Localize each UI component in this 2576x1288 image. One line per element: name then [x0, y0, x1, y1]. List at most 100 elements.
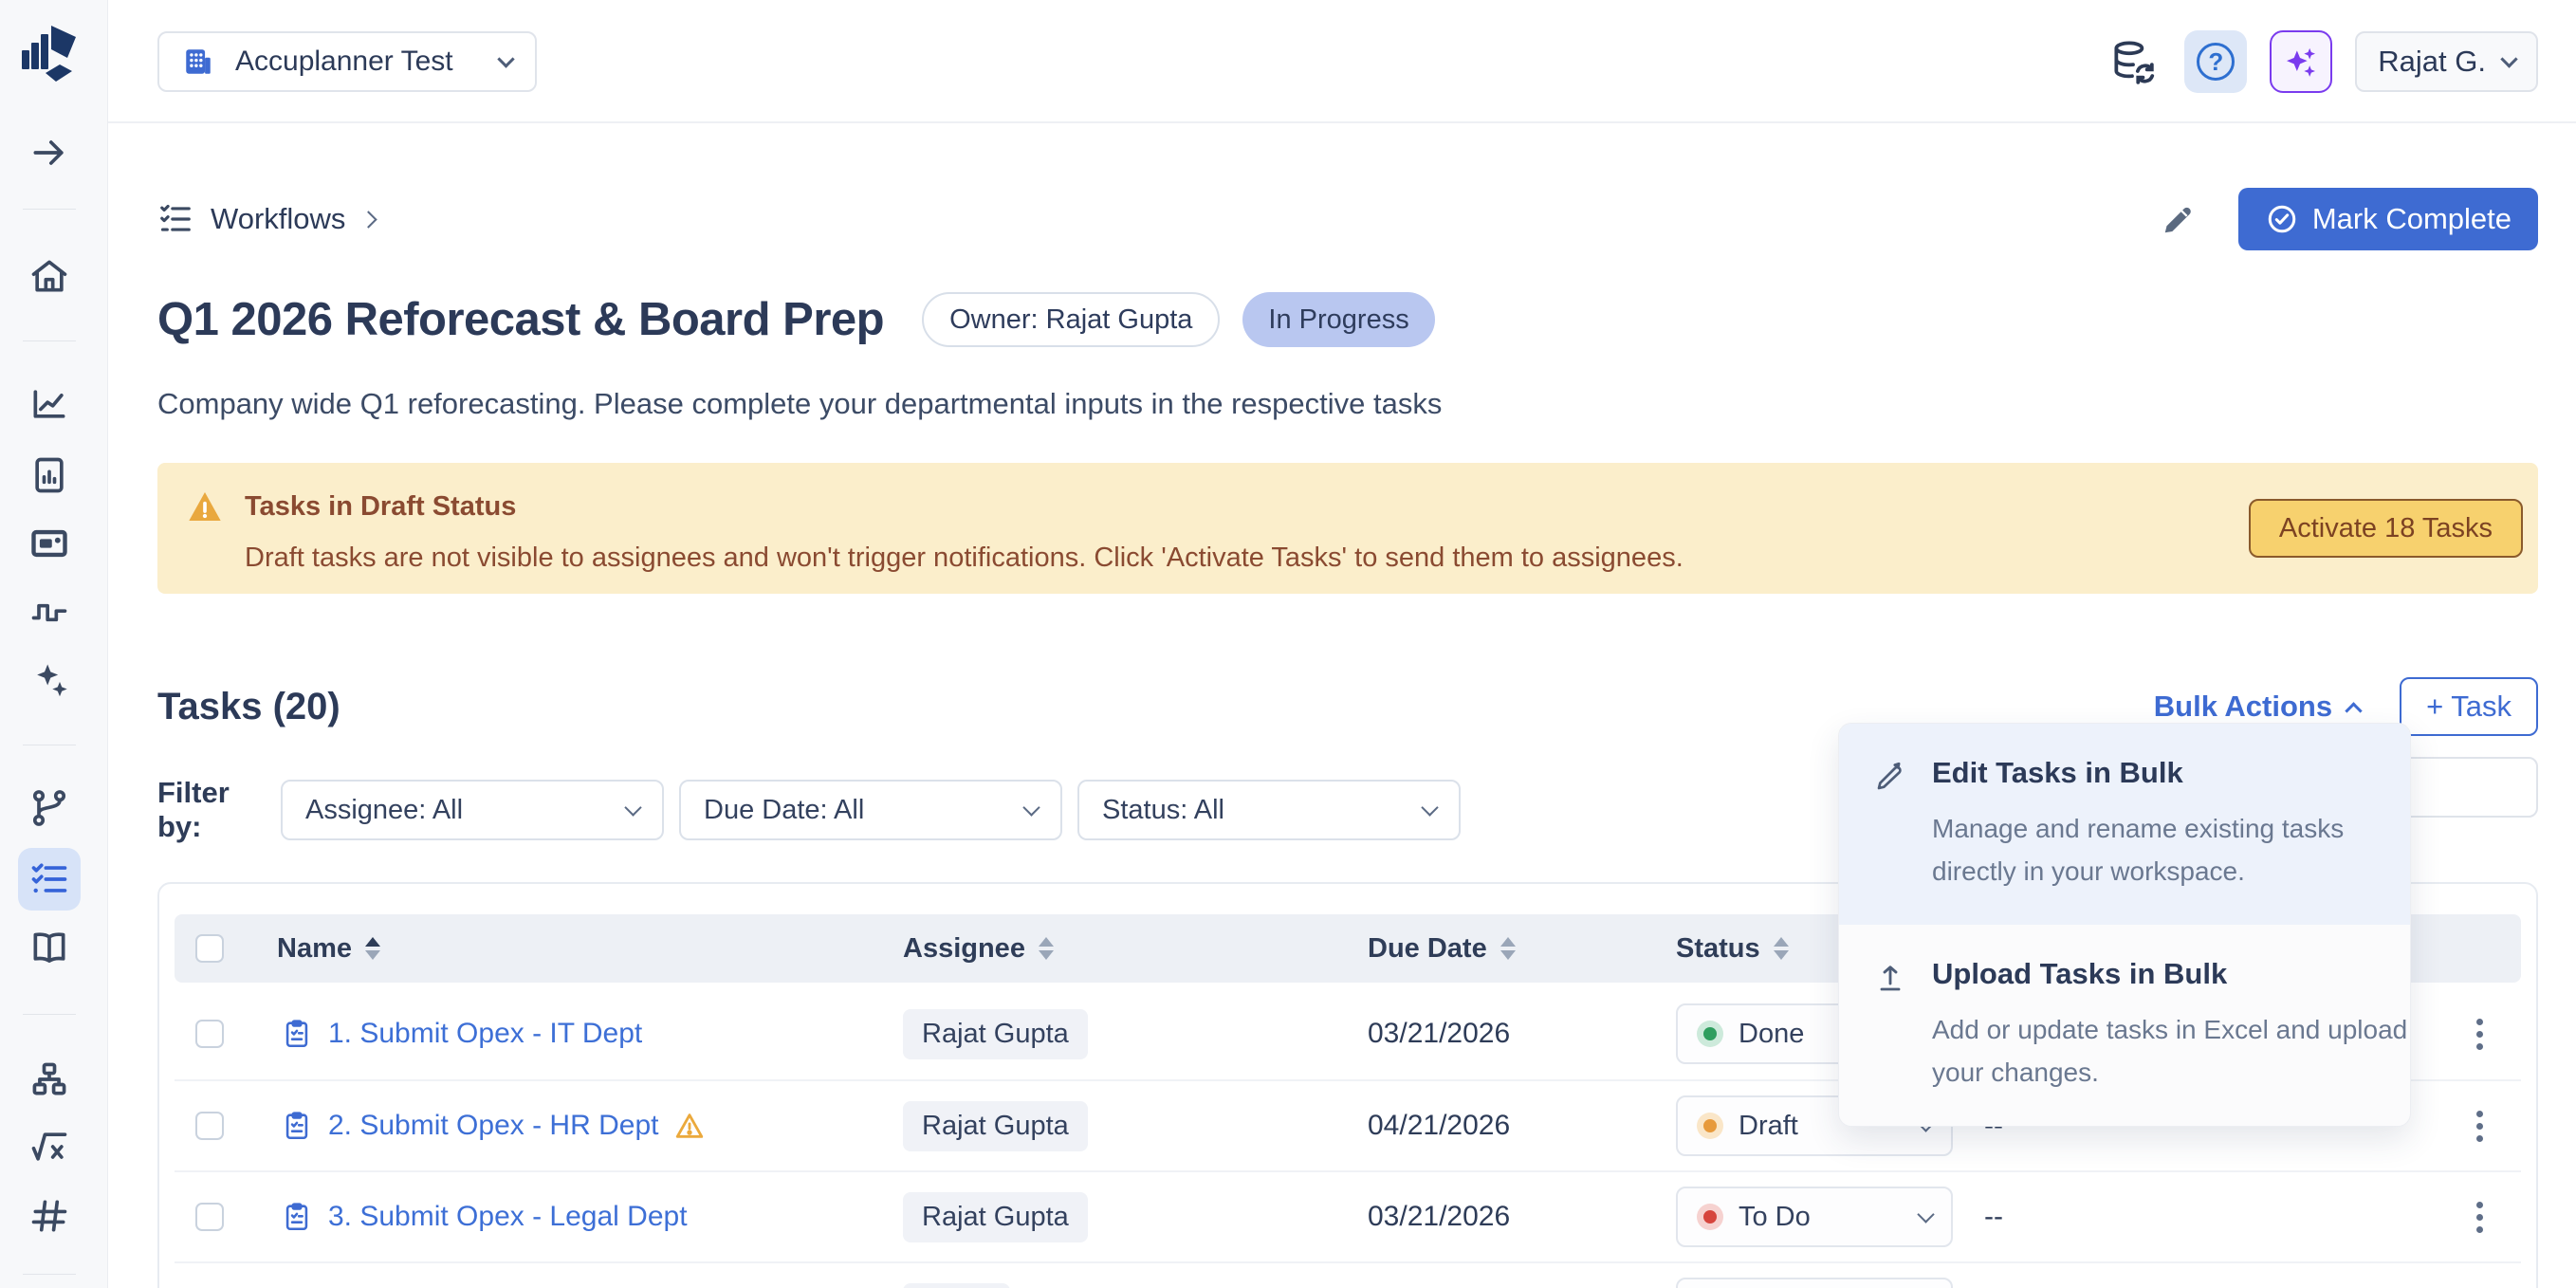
chevron-right-icon [360, 211, 377, 228]
help-button[interactable]: ? [2184, 30, 2247, 93]
row-checkbox[interactable] [195, 1020, 224, 1048]
line-chart-icon [28, 383, 70, 425]
sparkles-icon [2282, 43, 2320, 81]
chevron-down-icon [497, 50, 514, 67]
sort-icon[interactable] [1039, 937, 1054, 960]
menu-item-description: Manage and rename existing tasks directl… [1932, 807, 2411, 892]
page-title: Q1 2026 Reforecast & Board Prep [157, 293, 884, 346]
workspace-selector[interactable]: Accuplanner Test [157, 31, 537, 92]
sidebar-item-ai[interactable] [18, 649, 81, 711]
owner-badge: Owner: Rajat Gupta [922, 292, 1220, 347]
sidebar-divider [23, 1014, 76, 1015]
row-checkbox[interactable] [195, 1112, 224, 1140]
presentation-icon [28, 523, 70, 564]
pencil-icon [2161, 201, 2197, 237]
banner-body: Draft tasks are not visible to assignees… [245, 543, 2538, 574]
breadcrumb-label: Workflows [211, 202, 345, 236]
task-link[interactable]: 3. Submit Opex - Legal Dept [328, 1201, 688, 1233]
pencil-icon [1873, 756, 1907, 892]
status-select[interactable]: To Do [1676, 1187, 1953, 1247]
column-header-name[interactable]: Name [258, 933, 895, 965]
breadcrumb[interactable]: Workflows [157, 201, 375, 237]
hash-icon [28, 1195, 70, 1237]
status-filter[interactable]: Status: All [1077, 780, 1461, 840]
sidebar-item-workflows-active[interactable] [18, 848, 81, 911]
app-logo-icon [20, 22, 79, 88]
menu-item-edit-tasks[interactable]: Edit Tasks in Bulk Manage and rename exi… [1839, 724, 2410, 925]
sidebar-item-reports[interactable] [18, 444, 81, 506]
assignee-pill: Rajat Gupta [903, 1009, 1088, 1059]
sidebar-item-presentations[interactable] [18, 512, 81, 575]
workflow-list-icon [157, 201, 193, 237]
mark-complete-button[interactable]: Mark Complete [2238, 188, 2538, 250]
sidebar-item-formulas[interactable] [18, 1115, 81, 1178]
row-menu-button[interactable] [2476, 1111, 2521, 1142]
menu-item-title: Edit Tasks in Bulk [1932, 756, 2411, 790]
report-doc-icon [28, 454, 70, 496]
sort-icon[interactable] [365, 937, 380, 960]
status-filter-value: Status: All [1102, 795, 1424, 826]
status-dot-icon [1703, 1027, 1717, 1040]
home-icon [28, 255, 70, 297]
due-date: 04/21/2026 [1358, 1110, 1662, 1142]
sort-icon[interactable] [1500, 937, 1516, 960]
sidebar-item-analytics[interactable] [18, 373, 81, 435]
add-task-button[interactable]: + Task [2400, 677, 2538, 736]
column-header-due-date[interactable]: Due Date [1358, 933, 1662, 965]
row-menu-button[interactable] [2476, 1019, 2521, 1050]
topbar: Accuplanner Test ? Rajat G. [108, 0, 2576, 123]
status-value: To Do [1739, 1202, 1904, 1233]
arrow-right-icon [28, 132, 70, 174]
workspace-name: Accuplanner Test [235, 46, 479, 78]
sidebar-item-tags[interactable] [18, 1185, 81, 1247]
activate-tasks-button[interactable]: Activate 18 Tasks [2249, 499, 2523, 558]
clipboard-icon [281, 1110, 313, 1142]
sidebar-item-workflow-builder[interactable] [18, 777, 81, 839]
status-badge: In Progress [1242, 292, 1434, 347]
mark-complete-label: Mark Complete [2312, 202, 2512, 236]
due-date-filter[interactable]: Due Date: All [679, 780, 1062, 840]
bulk-actions-label: Bulk Actions [2154, 690, 2332, 724]
book-icon [28, 926, 70, 967]
chevron-up-icon [2345, 702, 2362, 719]
task-list-icon [28, 858, 70, 900]
sidebar-item-scenarios[interactable] [18, 581, 81, 644]
sidebar-item-home[interactable] [18, 245, 81, 307]
menu-item-upload-tasks[interactable]: Upload Tasks in Bulk Add or update tasks… [1839, 925, 2410, 1126]
workflow-description: Company wide Q1 reforecasting. Please co… [157, 387, 2538, 421]
banner-title: Tasks in Draft Status [245, 491, 516, 523]
edit-workflow-button[interactable] [2161, 201, 2197, 237]
bulk-actions-menu: Edit Tasks in Bulk Manage and rename exi… [1838, 723, 2411, 1127]
row-checkbox[interactable] [195, 1203, 224, 1231]
sort-icon[interactable] [1774, 937, 1789, 960]
data-sync-button[interactable] [2108, 38, 2156, 85]
chevron-down-icon [1022, 799, 1040, 816]
ai-assistant-button[interactable] [2270, 30, 2332, 93]
task-link[interactable]: 2. Submit Opex - HR Dept [328, 1110, 658, 1142]
column-header-assignee[interactable]: Assignee [895, 933, 1358, 965]
assignee-filter[interactable]: Assignee: All [281, 780, 664, 840]
status-select[interactable] [1676, 1278, 1953, 1288]
user-menu[interactable]: Rajat G. [2355, 31, 2538, 92]
row-menu-button[interactable] [2476, 1202, 2521, 1233]
sidebar-divider [23, 1274, 76, 1275]
chevron-down-icon [1421, 799, 1438, 816]
clipboard-icon [281, 1201, 313, 1233]
pulse-icon [28, 592, 70, 634]
chevron-down-icon [1917, 1205, 1934, 1223]
user-name: Rajat G. [2378, 45, 2486, 79]
sidebar [0, 0, 108, 1288]
sidebar-item-knowledge[interactable] [18, 915, 81, 978]
sidebar-item-org[interactable] [18, 1048, 81, 1111]
sidebar-divider [23, 209, 76, 210]
bulk-actions-button[interactable]: Bulk Actions [2154, 690, 2360, 724]
filter-by-label: Filter by: [157, 776, 281, 844]
git-branch-icon [28, 787, 70, 829]
sidebar-divider [23, 340, 76, 341]
task-link[interactable]: 1. Submit Opex - IT Dept [328, 1018, 642, 1050]
status-dot-icon [1703, 1119, 1717, 1132]
assignee-pill: Rajat Gupta [903, 1101, 1088, 1151]
sidebar-expand-button[interactable] [18, 121, 81, 184]
database-sync-icon [2108, 38, 2156, 85]
select-all-checkbox[interactable] [195, 934, 224, 963]
